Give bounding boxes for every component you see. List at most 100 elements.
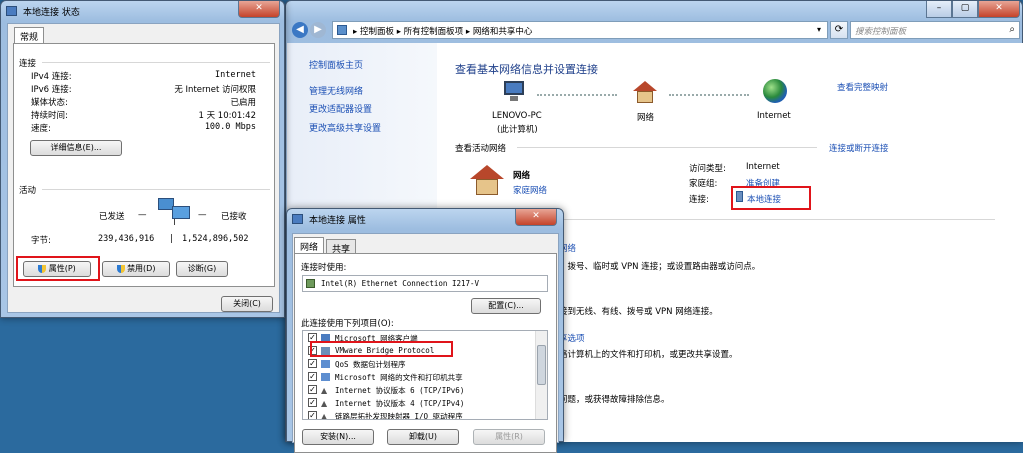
bytes-received: 1,524,896,502 — [182, 234, 249, 244]
install-button[interactable]: 安装(N)... — [302, 429, 374, 445]
row-label: 持续时间: — [31, 111, 68, 121]
computer-icon — [501, 81, 527, 103]
breadcrumb-all-items[interactable]: 所有控制面板项 — [404, 27, 464, 37]
adapter-field: Intel(R) Ethernet Connection I217-V — [302, 275, 548, 292]
breadcrumb-control-panel[interactable]: 控制面板 — [360, 27, 394, 37]
disable-label: 禁用(D) — [127, 264, 156, 273]
back-button[interactable]: ◀ — [292, 22, 308, 38]
connect-using-label: 连接时使用: — [301, 263, 347, 273]
pc-name: LENOVO-PC — [492, 111, 542, 121]
breadcrumb-separator: ▸ — [465, 27, 473, 37]
page-title: 查看基本网络信息并设置连接 — [455, 63, 598, 76]
partial-task-text: 络计算机上的文件和打印机，或更改共享设置。 — [559, 350, 738, 360]
list-item[interactable]: Internet 协议版本 6 (TCP/IPv6) — [335, 385, 464, 396]
close-button[interactable]: ✕ — [515, 209, 557, 226]
adapter-name: Intel(R) Ethernet Connection I217-V — [321, 279, 480, 288]
close-button[interactable]: ✕ — [238, 1, 280, 18]
row-label: 速度: — [31, 124, 51, 134]
bytes-label: 字节: — [31, 236, 51, 246]
dash-separator: — — [198, 210, 207, 220]
service-icon — [321, 360, 330, 368]
diagnose-button[interactable]: 诊断(G) — [176, 261, 228, 277]
list-item[interactable]: QoS 数据包计划程序 — [335, 359, 406, 370]
list-item[interactable]: Internet 协议版本 4 (TCP/IPv4) — [335, 398, 464, 409]
partial-task-text: 接到无线、有线、拨号或 VPN 网络连接。 — [559, 307, 718, 317]
protocol-icon: ▲ — [321, 399, 328, 408]
map-internet-label: Internet — [757, 111, 791, 121]
connection-link[interactable]: 本地连接 — [747, 193, 781, 205]
tab-label: 网络 — [300, 243, 319, 253]
item-checkbox[interactable]: ✓ — [308, 372, 317, 381]
refresh-button[interactable]: ⟳ — [830, 21, 848, 39]
network-type-link[interactable]: 家庭网络 — [513, 184, 547, 196]
globe-icon — [763, 79, 787, 103]
breadcrumb-separator: ▸ — [396, 27, 404, 37]
received-label: 已接收 — [221, 212, 247, 222]
activity-header: 活动 — [19, 186, 37, 196]
bytes-divider: | — [170, 234, 173, 244]
row-label: IPv6 连接: — [31, 85, 72, 95]
breadcrumb-network-center[interactable]: 网络和共享中心 — [473, 27, 533, 37]
sidebar-item-home[interactable]: 控制面板主页 — [309, 58, 363, 71]
search-box[interactable]: 搜索控制面板 ⌕ — [850, 21, 1020, 39]
item-checkbox[interactable]: ✓ — [308, 359, 317, 368]
titlebar[interactable]: 本地连接 属性 ✕ — [287, 209, 563, 231]
sidebar-item-wireless[interactable]: 管理无线网络 — [309, 84, 363, 97]
window-title: 本地连接 状态 — [23, 8, 80, 18]
scroll-thumb[interactable] — [537, 345, 546, 385]
uninstall-button[interactable]: 卸载(U) — [387, 429, 459, 445]
item-checkbox[interactable]: ✓ — [308, 411, 317, 419]
search-icon[interactable]: ⌕ — [1009, 24, 1015, 35]
close-button[interactable]: ✕ — [978, 1, 1020, 18]
row-label: IPv4 连接: — [31, 72, 72, 82]
row-value: 已启用 — [230, 98, 256, 108]
search-placeholder: 搜索控制面板 — [855, 27, 907, 37]
disable-button[interactable]: 禁用(D) — [102, 261, 170, 277]
address-bar[interactable]: ▸ 控制面板 ▸ 所有控制面板项 ▸ 网络和共享中心 ▾ — [332, 21, 828, 39]
titlebar[interactable]: 本地连接 状态 ✕ — [1, 1, 284, 23]
network-panel: 连接时使用: Intel(R) Ethernet Connection I217… — [294, 253, 557, 453]
configure-button[interactable]: 配置(C)... — [471, 298, 541, 314]
properties-client: 网络 共享 连接时使用: Intel(R) Ethernet Connectio… — [292, 233, 559, 453]
minimize-button[interactable]: – — [926, 1, 952, 18]
row-value: 无 Internet 访问权限 — [174, 85, 256, 95]
row-value: Internet — [215, 70, 256, 80]
status-window: 本地连接 状态 ✕ 常规 连接 IPv4 连接: Internet IPv6 连… — [0, 0, 285, 318]
pc-subtitle: (此计算机) — [497, 125, 538, 135]
list-item[interactable]: Microsoft 网络的文件和打印机共享 — [335, 372, 463, 383]
close-dialog-button[interactable]: 关闭(C) — [221, 296, 273, 312]
forward-button[interactable]: ▶ — [310, 22, 326, 38]
access-type-label: 访问类型: — [689, 164, 726, 174]
sidebar-item-sharing[interactable]: 更改高级共享设置 — [309, 121, 381, 134]
row-label: 媒体状态: — [31, 98, 68, 108]
control-panel-icon — [337, 25, 347, 35]
row-value: 1 天 10:01:42 — [198, 111, 257, 121]
scrollbar[interactable] — [535, 331, 547, 419]
sidebar-item-adapter[interactable]: 更改适配器设置 — [309, 102, 372, 115]
details-button[interactable]: 详细信息(E)... — [30, 140, 122, 156]
connection-label: 连接: — [689, 195, 709, 205]
item-checkbox[interactable]: ✓ — [308, 385, 317, 394]
adapter-icon — [306, 279, 315, 288]
ethernet-icon — [736, 191, 743, 202]
full-map-link[interactable]: 查看完整映射 — [837, 81, 888, 93]
map-network-label: 网络 — [637, 113, 655, 123]
properties-button[interactable]: 属性(P) — [23, 261, 91, 277]
item-checkbox[interactable]: ✓ — [308, 398, 317, 407]
connection-header: 连接 — [19, 59, 37, 69]
connect-disconnect-link[interactable]: 连接或断开连接 — [829, 142, 889, 154]
tab-network[interactable]: 网络 — [294, 237, 325, 253]
highlight-box — [310, 341, 453, 357]
tab-general[interactable]: 常规 — [14, 27, 45, 43]
maximize-button[interactable]: ▢ — [952, 1, 978, 18]
network-icon — [292, 214, 303, 224]
tab-sharing[interactable]: 共享 — [326, 239, 357, 255]
chevron-down-icon[interactable]: ▾ — [817, 25, 821, 34]
homegroup-label: 家庭组: — [689, 179, 718, 189]
list-item[interactable]: 链路层拓扑发现映射器 I/O 驱动程序 — [335, 411, 463, 419]
general-panel: 连接 IPv4 连接: Internet IPv6 连接: 无 Internet… — [13, 43, 275, 287]
dash-separator: — — [138, 210, 147, 220]
protocol-icon: ▲ — [321, 386, 328, 395]
item-properties-button[interactable]: 属性(R) — [473, 429, 545, 445]
map-line — [669, 94, 749, 96]
